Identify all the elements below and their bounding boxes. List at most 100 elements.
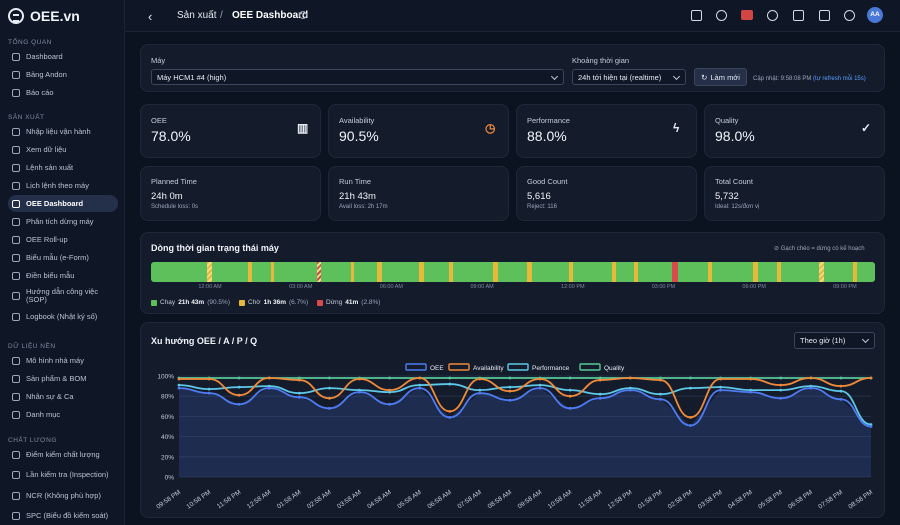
data-point[interactable] <box>779 383 783 387</box>
data-point[interactable] <box>328 406 331 410</box>
data-point[interactable] <box>448 416 452 419</box>
back-icon[interactable]: ‹ <box>148 9 152 24</box>
data-point[interactable] <box>689 416 692 419</box>
timeline-segment[interactable] <box>271 262 274 282</box>
data-point[interactable] <box>448 409 452 413</box>
data-point[interactable] <box>297 395 301 399</box>
data-point[interactable] <box>448 376 452 380</box>
data-point[interactable] <box>538 377 542 381</box>
data-point[interactable] <box>508 398 512 402</box>
timeline-segment[interactable] <box>527 262 532 282</box>
data-point[interactable] <box>598 392 602 396</box>
data-point[interactable] <box>779 388 783 392</box>
data-point[interactable] <box>628 376 632 380</box>
data-point[interactable] <box>207 387 211 391</box>
checklist-icon[interactable] <box>793 10 804 21</box>
data-point[interactable] <box>508 376 512 380</box>
flag-vn-icon[interactable] <box>741 10 753 20</box>
timeline-segment[interactable] <box>753 262 758 282</box>
sidebar-item[interactable]: Điểm kiểm chất lượng <box>8 446 118 463</box>
data-point[interactable] <box>448 382 452 386</box>
timeline-segment[interactable] <box>777 262 781 282</box>
data-point[interactable] <box>508 389 512 393</box>
data-point[interactable] <box>779 376 783 380</box>
data-point[interactable] <box>418 383 422 387</box>
timeline-segment[interactable] <box>708 262 712 282</box>
timeline-segment[interactable] <box>248 262 252 282</box>
timeline-segment[interactable] <box>634 262 638 282</box>
sidebar-item[interactable]: Logbook (Nhật ký số) <box>8 308 118 325</box>
data-point[interactable] <box>809 376 813 380</box>
sidebar-item[interactable]: Báo cáo <box>8 84 118 101</box>
sidebar-item[interactable]: Xem dữ liệu <box>8 141 118 158</box>
data-point[interactable] <box>719 385 722 389</box>
data-point[interactable] <box>328 376 331 380</box>
sidebar-item[interactable]: OEE Dashboard <box>8 195 118 212</box>
data-point[interactable] <box>689 376 692 380</box>
mail-icon[interactable] <box>819 10 830 21</box>
data-point[interactable] <box>358 390 361 394</box>
data-point[interactable] <box>478 391 482 395</box>
sidebar-item[interactable]: Lệnh sản xuất <box>8 159 118 176</box>
data-point[interactable] <box>568 388 572 392</box>
auto-refresh-link[interactable]: (tự refresh mỗi 15s) <box>813 76 866 82</box>
data-point[interactable] <box>267 386 271 390</box>
data-point[interactable] <box>508 385 512 389</box>
data-point[interactable] <box>598 396 602 400</box>
machine-select[interactable]: Máy HCM1 #4 (high) <box>151 69 564 85</box>
data-point[interactable] <box>689 424 692 427</box>
timeline-segment[interactable] <box>672 262 678 282</box>
data-point[interactable] <box>478 377 482 381</box>
sidebar-item[interactable]: Danh mục <box>8 406 118 423</box>
data-point[interactable] <box>719 388 722 392</box>
logo[interactable]: OEE.vn <box>8 6 80 26</box>
data-point[interactable] <box>719 377 722 381</box>
data-point[interactable] <box>568 406 572 410</box>
data-point[interactable] <box>207 377 211 381</box>
timeline-segment[interactable] <box>351 262 354 282</box>
gear-icon[interactable] <box>844 10 855 21</box>
timeline-segment[interactable] <box>449 262 453 282</box>
data-point[interactable] <box>328 396 331 400</box>
data-point[interactable] <box>839 389 843 393</box>
timeline-segment[interactable] <box>853 262 857 282</box>
sidebar-item[interactable]: OEE Roll-up <box>8 231 118 248</box>
data-point[interactable] <box>658 378 662 382</box>
breadcrumb-parent[interactable]: Sản xuất <box>177 10 216 21</box>
data-point[interactable] <box>538 383 542 387</box>
fullscreen-icon[interactable] <box>691 10 702 21</box>
sidebar-item[interactable]: Nhân sự & Ca <box>8 388 118 405</box>
data-point[interactable] <box>839 384 843 388</box>
data-point[interactable] <box>568 394 572 398</box>
data-point[interactable] <box>839 376 843 380</box>
legend-label[interactable]: Availability <box>473 365 504 372</box>
legend-label[interactable]: OEE <box>430 365 444 372</box>
data-point[interactable] <box>478 388 482 392</box>
data-point[interactable] <box>658 392 662 396</box>
data-point[interactable] <box>598 378 602 382</box>
data-point[interactable] <box>177 377 181 381</box>
timeline-segment[interactable] <box>612 262 616 282</box>
sidebar-item[interactable]: Điền biểu mẫu <box>8 267 118 284</box>
data-point[interactable] <box>237 385 241 389</box>
sidebar-item[interactable]: Dashboard <box>8 48 118 65</box>
timeline-segment[interactable] <box>819 262 824 282</box>
data-point[interactable] <box>779 396 783 400</box>
data-point[interactable] <box>628 388 632 392</box>
data-point[interactable] <box>418 376 422 380</box>
data-point[interactable] <box>809 386 813 390</box>
sidebar-item[interactable]: SPC (Biểu đồ kiểm soát) <box>8 505 118 525</box>
timeline-segment[interactable] <box>419 262 424 282</box>
sidebar-item[interactable]: Hướng dẫn công việc (SOP) <box>8 285 118 307</box>
data-point[interactable] <box>568 376 572 380</box>
trend-chart[interactable]: 100%80%60%40%20%0%09:58 PM 10:58 PM 11:58 … <box>141 323 886 519</box>
status-timeline-bar[interactable] <box>151 262 875 282</box>
theme-sun-icon[interactable] <box>716 10 727 21</box>
timeline-segment[interactable] <box>377 262 382 282</box>
data-point[interactable] <box>297 391 301 395</box>
data-point[interactable] <box>418 386 422 390</box>
data-point[interactable] <box>658 397 662 401</box>
data-point[interactable] <box>267 376 271 380</box>
data-point[interactable] <box>388 388 392 392</box>
sidebar-item[interactable]: Mô hình nhà máy <box>8 352 118 369</box>
